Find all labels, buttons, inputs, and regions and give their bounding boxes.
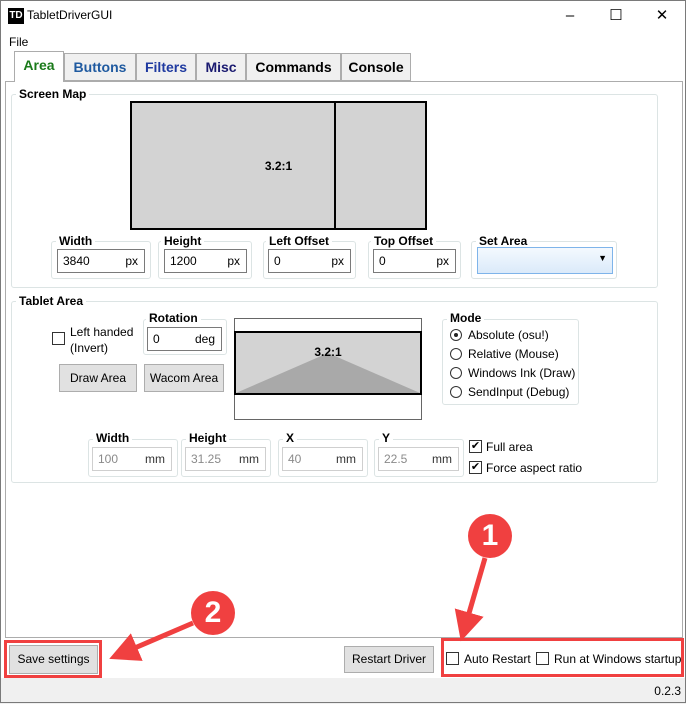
annotation-badge-1: 1 [468, 514, 512, 558]
annotation-arrows [109, 557, 488, 661]
app-window: TD TabletDriverGUI – ☐ ✕ File Area Butto… [0, 0, 686, 703]
annotation-badge-2: 2 [191, 591, 235, 635]
